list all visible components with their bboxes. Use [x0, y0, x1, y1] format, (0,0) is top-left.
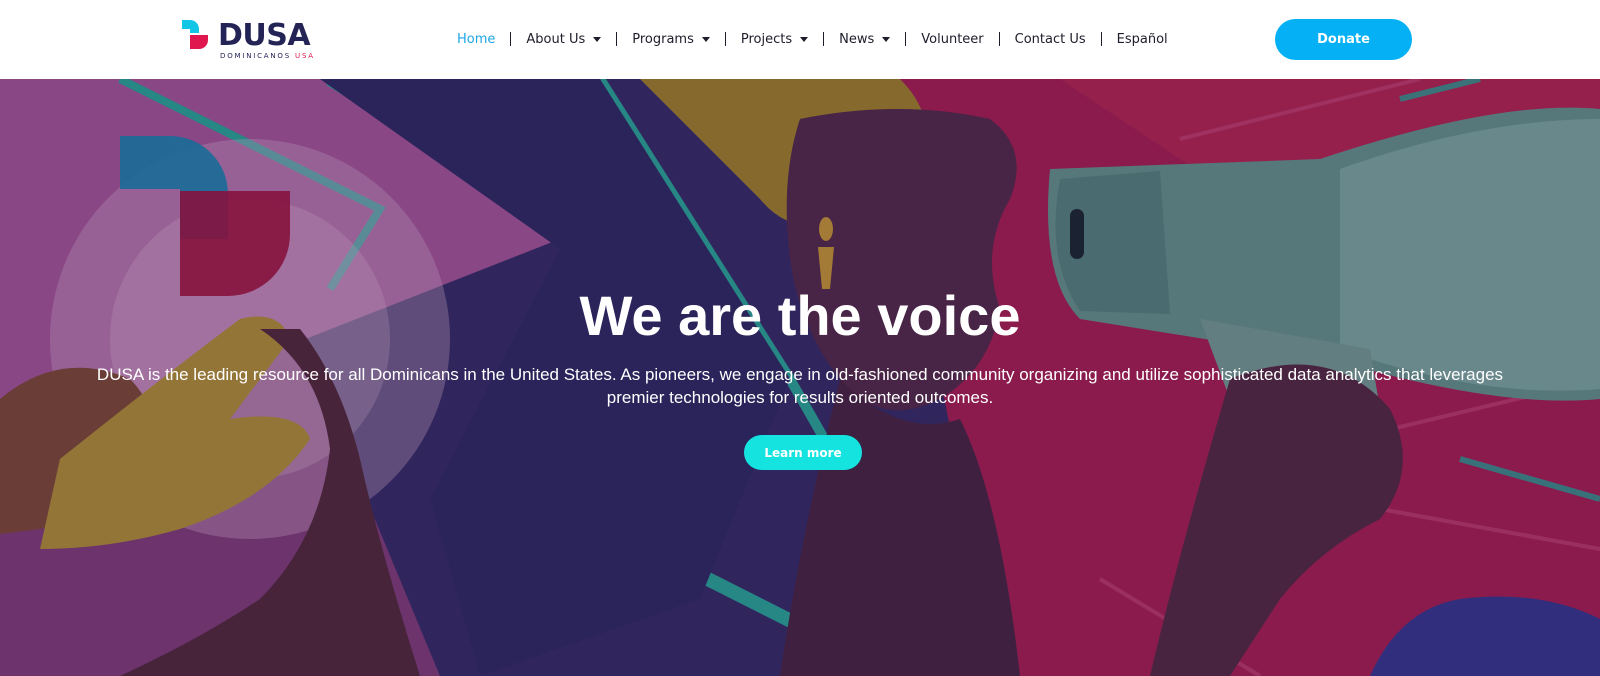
learn-more-button[interactable]: Learn more	[744, 435, 862, 470]
logo-tagline-accent: USA	[295, 52, 315, 60]
nav-item-label: Projects	[740, 31, 793, 47]
nav-item-label: Español	[1116, 31, 1168, 47]
caret-down-icon	[882, 36, 891, 42]
caret-down-icon	[701, 36, 710, 42]
donate-button[interactable]: Donate	[1275, 19, 1412, 60]
caret-down-icon	[593, 36, 602, 42]
nav-item-espanol[interactable]: Español	[1102, 28, 1183, 50]
site-logo[interactable]: DUSA DOMINICANOS USA	[182, 18, 322, 62]
nav-item-label: Volunteer	[921, 31, 984, 47]
nav-item-label: Programs	[632, 31, 694, 47]
main-nav: Home About Us Programs Projects News Vol…	[442, 28, 1183, 50]
logo-wordmark: DUSA	[218, 18, 311, 53]
nav-item-label: About Us	[526, 31, 586, 47]
nav-item-news[interactable]: News	[824, 28, 905, 50]
nav-item-contact-us[interactable]: Contact Us	[1000, 28, 1101, 50]
site-header: DUSA DOMINICANOS USA Home About Us Progr…	[0, 0, 1600, 79]
caret-down-icon	[800, 36, 809, 42]
nav-item-volunteer[interactable]: Volunteer	[906, 28, 998, 50]
hero-description: DUSA is the leading resource for all Dom…	[96, 365, 1504, 407]
nav-item-home[interactable]: Home	[442, 28, 510, 50]
nav-item-projects[interactable]: Projects	[726, 28, 823, 50]
nav-item-label: Contact Us	[1014, 31, 1086, 47]
hero-title: We are the voice	[579, 284, 1021, 347]
nav-item-label: Home	[457, 31, 496, 47]
logo-tagline: DOMINICANOS USA	[220, 52, 315, 60]
dusa-logo-mark-icon	[182, 20, 208, 49]
hero-section: We are the voice DUSA is the leading res…	[0, 79, 1600, 676]
nav-item-about-us[interactable]: About Us	[511, 28, 616, 50]
logo-tagline-main: DOMINICANOS	[220, 52, 291, 60]
nav-item-programs[interactable]: Programs	[617, 28, 725, 50]
nav-item-label: News	[839, 31, 875, 47]
